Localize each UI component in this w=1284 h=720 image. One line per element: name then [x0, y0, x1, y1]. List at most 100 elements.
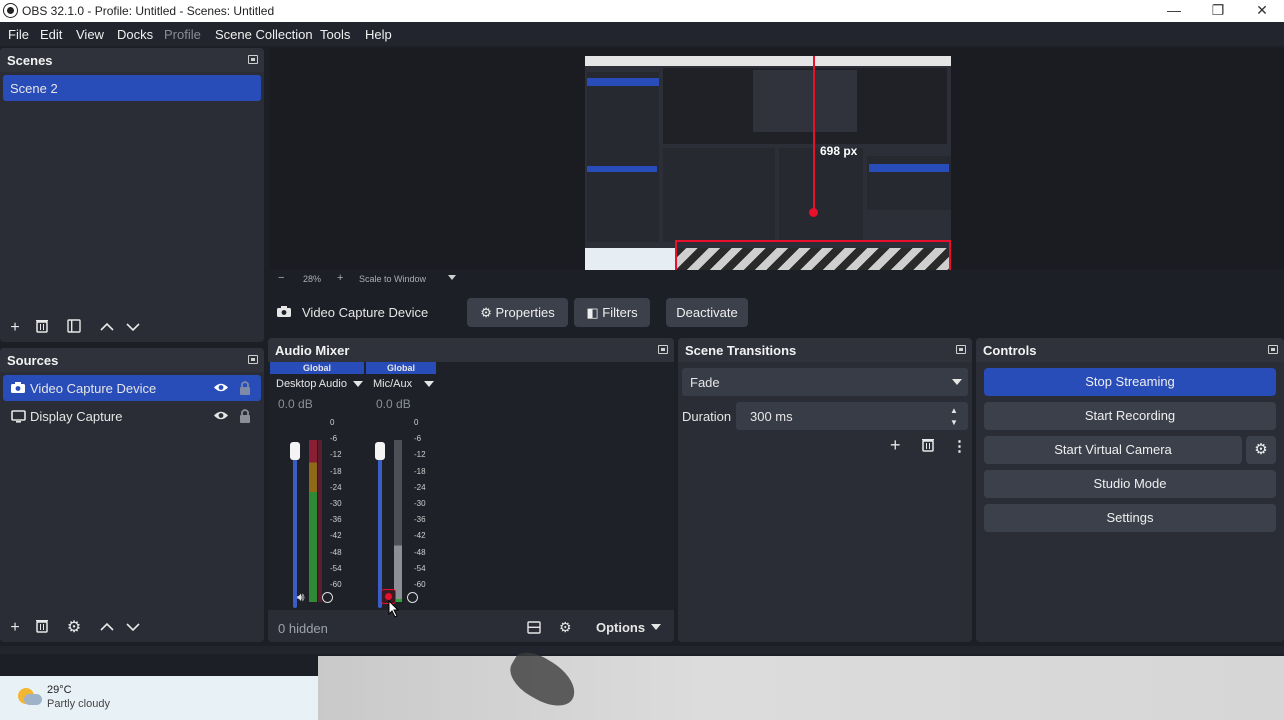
move-source-down-button[interactable] — [124, 619, 142, 637]
undock-icon[interactable] — [1268, 345, 1278, 354]
source-properties-button[interactable]: ⚙ — [65, 619, 83, 637]
studio-mode-button[interactable]: Studio Mode — [984, 470, 1276, 498]
current-source-name: Video Capture Device — [302, 305, 429, 320]
move-scene-down-button[interactable] — [124, 319, 142, 337]
remove-scene-button[interactable] — [33, 319, 51, 337]
properties-button[interactable]: ⚙ Properties — [467, 298, 568, 327]
add-transition-button[interactable]: + — [890, 435, 901, 456]
channel-level: 0.0 dB — [376, 397, 411, 411]
minimize-button[interactable]: — — [1152, 0, 1196, 22]
preview-zoom-bar: − 28% + Scale to Window — [270, 272, 1284, 288]
transform-handle[interactable] — [809, 208, 818, 217]
volume-slider-track[interactable] — [293, 444, 297, 608]
menu-scene-collection[interactable]: Scene Collection — [215, 27, 313, 42]
webcam-overlay — [318, 645, 1284, 720]
chevron-down-icon — [952, 379, 962, 385]
meter-tick-label: -6 — [414, 434, 422, 444]
volume-slider-track[interactable] — [378, 444, 382, 608]
sources-dock: Sources Video Capture Device Display Cap… — [0, 348, 264, 642]
options-button[interactable]: Options — [586, 614, 666, 640]
close-button[interactable]: ✕ — [1240, 0, 1284, 22]
undock-icon[interactable] — [658, 345, 668, 354]
preview-canvas[interactable]: 698 px − 28% + Scale to Window — [270, 48, 1284, 284]
source-item[interactable]: Display Capture — [3, 403, 261, 429]
trash-icon — [36, 320, 48, 333]
scenes-dock: Scenes Scene 2 + — [0, 48, 264, 342]
meter-tick-label: -12 — [414, 450, 426, 460]
sources-title: Sources — [7, 353, 59, 368]
meter-tick-label: -6 — [330, 434, 338, 444]
filters-button[interactable]: ◧ Filters — [574, 298, 650, 327]
volume-slider-knob[interactable] — [375, 442, 385, 460]
audio-mixer-dock: Audio Mixer Global Desktop Audio 0.0 dB … — [268, 338, 674, 642]
gear-icon: ⚙ — [66, 619, 82, 636]
audio-config-icon[interactable] — [322, 592, 333, 603]
duration-spinbox[interactable]: 300 ms ▲ ▼ — [736, 402, 968, 430]
meter-tick-label: -24 — [414, 482, 426, 492]
volume-slider-knob[interactable] — [290, 442, 300, 460]
scale-mode-select[interactable]: Scale to Window — [359, 274, 426, 284]
scenes-title: Scenes — [7, 53, 53, 68]
level-meter — [394, 440, 402, 602]
controls-dock: Controls Stop Streaming Start Recording … — [976, 338, 1284, 642]
chevron-up-icon — [100, 622, 114, 631]
trash-icon[interactable] — [922, 438, 934, 452]
controls-title: Controls — [983, 343, 1037, 358]
menu-help[interactable]: Help — [365, 27, 392, 42]
chevron-down-icon[interactable] — [448, 275, 456, 280]
deactivate-button[interactable]: Deactivate — [666, 298, 748, 327]
advanced-audio-icon[interactable]: ⚙ — [559, 619, 572, 636]
speaker-icon[interactable]: 🔊︎ — [297, 590, 305, 605]
trash-icon — [36, 620, 48, 633]
virtual-camera-settings-button[interactable]: ⚙ — [1246, 436, 1276, 464]
scene-item[interactable]: Scene 2 — [3, 75, 261, 101]
source-item[interactable]: Video Capture Device — [3, 375, 261, 401]
audio-config-icon[interactable] — [407, 592, 418, 603]
remove-source-button[interactable] — [33, 619, 51, 637]
meter-tick-label: -24 — [330, 482, 342, 492]
menu-profile[interactable]: Profile — [164, 27, 201, 42]
meter-tick-label: -60 — [414, 580, 426, 589]
measure-label: 698 px — [820, 144, 858, 158]
move-source-up-button[interactable] — [98, 619, 116, 637]
chevron-up-icon — [100, 322, 114, 331]
start-virtual-camera-button[interactable]: Start Virtual Camera — [984, 436, 1242, 464]
meter-tick-label: 0 — [414, 418, 419, 427]
lock-icon — [240, 381, 250, 395]
add-scene-button[interactable]: + — [6, 319, 24, 337]
obs-logo-icon — [4, 4, 17, 17]
menu-view[interactable]: View — [76, 27, 104, 42]
taskbar-weather[interactable]: 29°C Partly cloudy — [0, 676, 318, 720]
channel-name: Mic/Aux — [373, 378, 413, 390]
scene-transitions-dock: Scene Transitions Fade Duration 300 ms ▲… — [678, 338, 972, 642]
menu-docks[interactable]: Docks — [117, 27, 153, 42]
undock-icon[interactable] — [956, 345, 966, 354]
meter-tick-label: -48 — [330, 547, 342, 557]
chevron-down-icon — [651, 624, 661, 630]
more-options-icon[interactable]: ⋮ — [952, 437, 967, 455]
add-source-button[interactable]: + — [6, 619, 24, 637]
undock-icon[interactable] — [248, 355, 258, 364]
move-scene-up-button[interactable] — [98, 319, 116, 337]
meter-tick-label: -36 — [330, 515, 342, 525]
scene-filters-button[interactable] — [65, 319, 83, 337]
menu-edit[interactable]: Edit — [40, 27, 62, 42]
chevron-down-icon[interactable] — [424, 381, 434, 387]
chevron-down-icon — [126, 623, 140, 632]
stop-streaming-button[interactable]: Stop Streaming — [984, 368, 1276, 396]
mouse-cursor-icon — [388, 600, 400, 618]
undock-icon[interactable] — [248, 55, 258, 64]
preview-image: 698 px — [585, 56, 951, 270]
zoom-in-button[interactable]: + — [337, 272, 343, 284]
maximize-button[interactable]: ❐ — [1196, 0, 1240, 22]
menu-file[interactable]: File — [8, 27, 29, 42]
chevron-down-icon[interactable] — [353, 381, 363, 387]
channel-tag: Global — [270, 362, 364, 374]
menu-tools[interactable]: Tools — [320, 27, 350, 42]
transition-select[interactable]: Fade — [682, 368, 968, 396]
measure-line — [813, 56, 815, 214]
settings-button[interactable]: Settings — [984, 504, 1276, 532]
start-recording-button[interactable]: Start Recording — [984, 402, 1276, 430]
zoom-out-button[interactable]: − — [278, 272, 284, 284]
channel-tag: Global — [366, 362, 436, 374]
